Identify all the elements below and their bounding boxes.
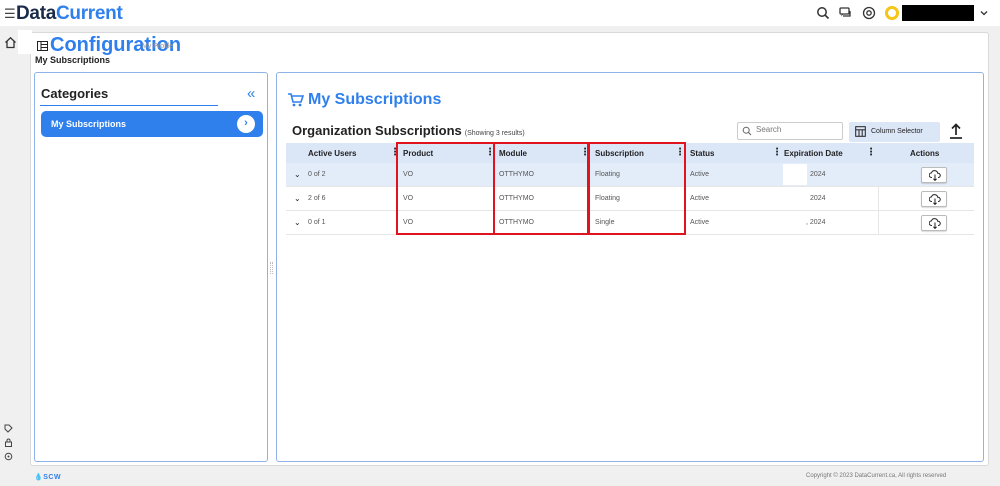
section-title-text: Organization Subscriptions [292,123,462,138]
download-icon[interactable] [921,167,947,183]
column-selector-label: Column Selector [871,128,923,135]
column-menu-icon[interactable]: ⋮ [772,143,782,163]
results-count: (Showing 3 results) [464,130,525,137]
settings-icon[interactable] [4,448,13,466]
cell-status: Active [690,219,710,226]
column-header-expiration-date[interactable]: Expiration Date [784,143,843,163]
copyright-text: Copyright © 2023 DataCurrent.ca, All rig… [806,473,947,479]
annotation-highlight-product [396,142,495,235]
column-header-actions: Actions [910,143,939,163]
search-icon [742,126,752,138]
breadcrumb: My Subscriptions [35,55,111,65]
column-header-label: Active Users [308,149,357,158]
columns-icon [855,126,866,139]
search-input[interactable]: Search [737,122,843,140]
chat-icon[interactable] [839,6,853,20]
cell-active-users: 2 of 6 [308,195,326,202]
chevron-down-icon[interactable]: ⌄ [294,194,301,203]
page-subtitle[interactable]: My Profile [142,43,173,50]
column-menu-icon[interactable]: ⋮ [866,143,876,163]
search-placeholder: Search [756,125,782,134]
user-name-redacted[interactable] [902,5,974,21]
annotation-highlight-subscription [588,142,686,235]
column-header-status[interactable]: Status [690,143,714,163]
cell-active-users: 0 of 2 [308,171,326,178]
categories-underline [40,105,218,106]
collapse-panel-button[interactable]: « [247,85,255,102]
help-icon[interactable] [862,6,876,20]
brand-logo[interactable]: DataCurrent [16,3,123,25]
panel-resize-handle[interactable] [270,262,273,274]
category-item-my-subscriptions[interactable]: My Subscriptions › [41,111,263,137]
footer-logo: 💧SCW [34,473,61,481]
footer: 💧SCW Copyright © 2023 DataCurrent.ca, Al… [0,467,1000,486]
home-icon[interactable] [4,36,17,54]
column-header-label: Actions [910,149,940,158]
drop-icon: 💧 [34,474,44,481]
organization-subscriptions-title: Organization Subscriptions (Showing 3 res… [292,123,525,138]
chevron-right-icon[interactable]: › [237,115,255,133]
chevron-down-icon[interactable]: ⌄ [294,218,301,227]
redaction-mask [783,164,807,185]
column-header-label: Expiration Date [784,149,843,158]
chevron-down-icon[interactable]: ⌄ [294,170,301,179]
chevron-down-icon[interactable] [979,8,989,18]
cell-active-users: 0 of 1 [308,219,326,226]
categories-title: Categories [41,86,109,101]
configuration-icon [37,38,48,56]
footer-logo-text: SCW [43,474,62,481]
user-avatar-icon[interactable] [885,6,899,20]
download-icon[interactable] [921,215,947,231]
top-bar: ☰ DataCurrent [0,0,1000,26]
column-header-label: Status [690,149,715,158]
annotation-highlight-module [493,142,589,235]
header-actions [816,4,989,22]
subscriptions-title: My Subscriptions [308,91,442,108]
cell-expiration-date: 2024 [810,195,826,202]
cell-expiration-date: , 2024 [806,219,826,226]
cell-status: Active [690,195,710,202]
category-item-label: My Subscriptions [51,119,127,129]
page-tab [18,30,32,54]
upload-icon[interactable] [948,122,964,145]
categories-panel: Categories « My Subscriptions › [34,72,268,462]
column-header-active-users[interactable]: Active Users [308,143,356,163]
cart-icon [287,92,305,113]
cell-status: Active [690,171,710,178]
left-rail [0,26,26,486]
search-icon[interactable] [816,6,830,20]
subscriptions-panel: My Subscriptions Organization Subscripti… [276,72,984,462]
column-selector-button[interactable]: Column Selector [849,122,940,142]
download-icon[interactable] [921,191,947,207]
cell-expiration-date: 2024 [810,171,826,178]
hamburger-menu-icon[interactable]: ☰ [4,6,16,22]
